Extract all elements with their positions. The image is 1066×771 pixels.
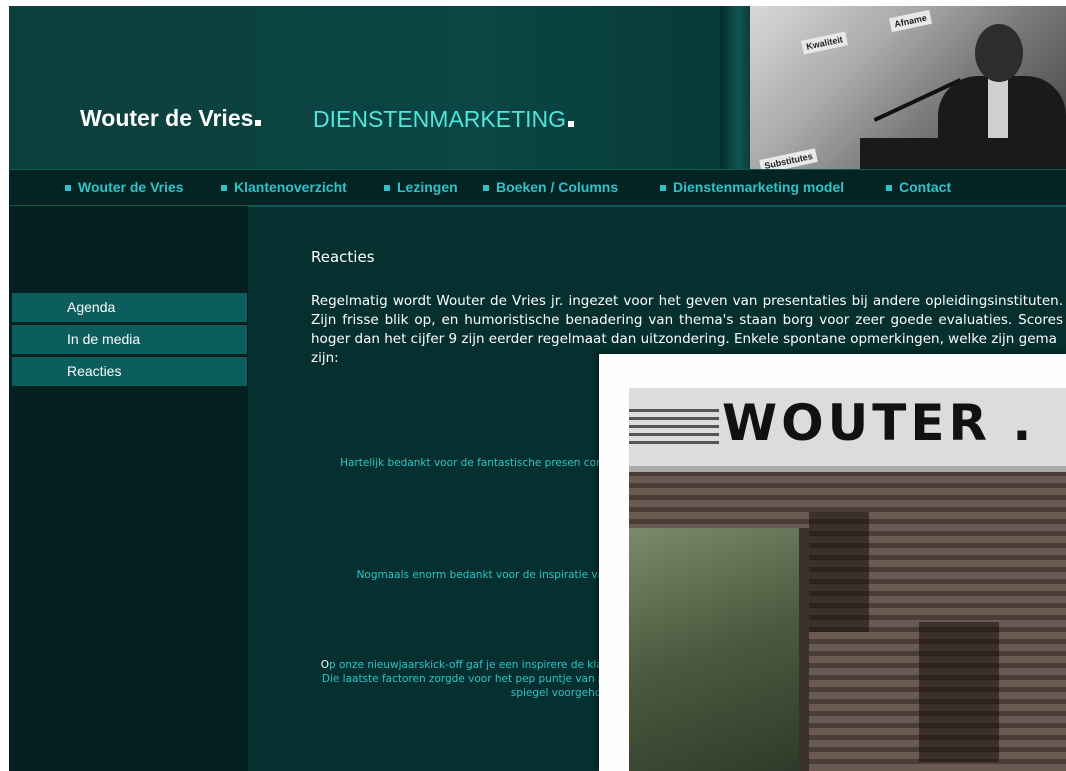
speaker-shirt: [988, 78, 1008, 138]
brand-dot-icon: [568, 121, 575, 127]
photo-sign: Kwaliteit: [801, 31, 848, 55]
photo-sign-board: WOUTER .: [629, 388, 1066, 472]
sign-stripes: [629, 404, 719, 444]
square-bullet-icon: [483, 185, 489, 192]
nav-item-contact[interactable]: Contact: [886, 179, 951, 195]
nav-item-boeken-columns[interactable]: Boeken / Columns: [483, 179, 618, 195]
header: Kwaliteit Afname Substitutes Wouter de V…: [9, 6, 1066, 169]
popup-photo: WOUTER .: [629, 388, 1066, 771]
brand-dot-icon: [255, 120, 262, 126]
wall-shadow: [919, 622, 999, 762]
sidebar-item-agenda[interactable]: Agenda: [12, 293, 247, 322]
brand-name: Wouter de Vries: [80, 105, 262, 132]
nav-item-wouter-de-vries[interactable]: Wouter de Vries: [65, 179, 184, 195]
photo-window: [629, 528, 809, 771]
photo-sign: Afname: [888, 9, 933, 33]
square-bullet-icon: [660, 185, 666, 192]
sign-text: WOUTER .: [722, 394, 1036, 452]
nav-item-lezingen[interactable]: Lezingen: [384, 179, 458, 195]
header-photo: Kwaliteit Afname Substitutes: [750, 6, 1066, 169]
square-bullet-icon: [886, 185, 892, 192]
speaker-head: [975, 24, 1023, 82]
nav-item-klantenoverzicht[interactable]: Klantenoverzicht: [221, 179, 347, 195]
square-bullet-icon: [221, 185, 227, 192]
photo-sign: Substitutes: [759, 148, 818, 169]
nav-item-dienstenmarketing-model[interactable]: Dienstenmarketing model: [660, 179, 844, 195]
image-popup[interactable]: WOUTER .: [599, 354, 1066, 771]
page-title: Reacties: [311, 248, 375, 266]
square-bullet-icon: [384, 185, 390, 192]
main-nav: Wouter de Vries Klantenoverzicht Lezinge…: [9, 169, 1066, 207]
square-bullet-icon: [65, 185, 71, 192]
sidebar-item-in-de-media[interactable]: In de media: [12, 325, 247, 354]
header-decor-strip: [720, 6, 750, 169]
wall-shadow: [809, 512, 869, 632]
brand-subtitle: DIENSTENMARKETING: [313, 106, 575, 133]
sidebar: Agenda In de media Reacties: [9, 206, 248, 771]
sidebar-item-reacties[interactable]: Reacties: [12, 357, 247, 386]
